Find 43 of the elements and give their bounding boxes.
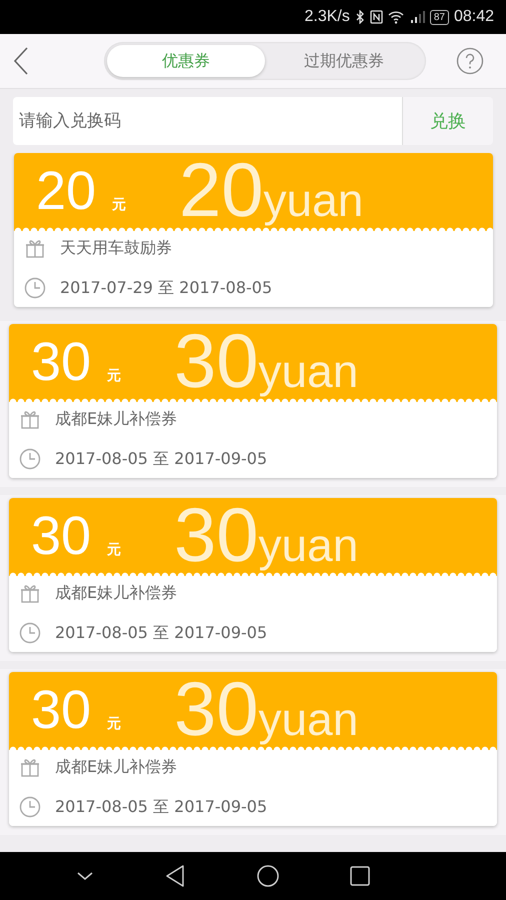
background-unit: yuan — [258, 348, 358, 394]
home-icon — [256, 864, 280, 888]
nfc-icon — [370, 10, 383, 24]
background-amount: 30 — [174, 326, 259, 398]
background-amount: 20 — [179, 155, 264, 227]
validity-period: 2017-08-05 至 2017-09-05 — [55, 622, 268, 644]
currency-unit: 元 — [107, 367, 122, 385]
currency-unit: 元 — [107, 541, 122, 559]
coupon-name: 天天用车鼓励券 — [60, 238, 172, 258]
bluetooth-icon — [354, 10, 365, 24]
background-unit: yuan — [258, 696, 358, 742]
coupon-name: 成都E妹儿补偿券 — [55, 756, 178, 778]
battery-level: 87 — [430, 10, 449, 24]
validity-period: 2017-08-05 至 2017-09-05 — [55, 448, 268, 470]
coupon-amount: 30 — [31, 679, 92, 742]
coupon-card[interactable]: 20 元 20yuan 天天用车鼓励券 2017-07-29 至 2017-08-05 — [14, 153, 493, 307]
validity-period: 2017-08-05 至 2017-09-05 — [55, 796, 268, 818]
background-amount: 30 — [174, 674, 259, 746]
help-icon — [456, 47, 484, 75]
currency-unit: 元 — [112, 196, 126, 214]
clock-icon — [19, 448, 41, 470]
background-amount: 30 — [174, 500, 259, 572]
validity-period: 2017-07-29 至 2017-08-05 — [60, 278, 272, 298]
clock: 08:42 — [454, 8, 494, 26]
network-speed: 2.3K/s — [304, 8, 350, 26]
code-input-field[interactable]: 请输入兑换码 — [13, 97, 403, 145]
tab[interactable]: 过期优惠券 — [265, 45, 423, 77]
back-icon — [164, 864, 186, 888]
recents-icon — [349, 865, 372, 887]
clock-icon — [19, 622, 41, 644]
wifi-icon — [388, 10, 404, 24]
coupon-amount: 20 — [36, 160, 96, 223]
coupon-name: 成都E妹儿补偿券 — [55, 582, 178, 604]
currency-unit: 元 — [107, 715, 122, 733]
signal-icon — [408, 10, 425, 24]
coupon-amount: 30 — [31, 331, 92, 394]
clock-icon — [24, 277, 46, 299]
background-unit: yuan — [258, 522, 358, 568]
clock-icon — [19, 796, 41, 818]
coupon-amount: 30 — [31, 505, 92, 568]
coupon-name: 成都E妹儿补偿券 — [55, 408, 178, 430]
tab[interactable]: 优惠券 — [107, 45, 265, 77]
background-unit: yuan — [264, 177, 364, 223]
